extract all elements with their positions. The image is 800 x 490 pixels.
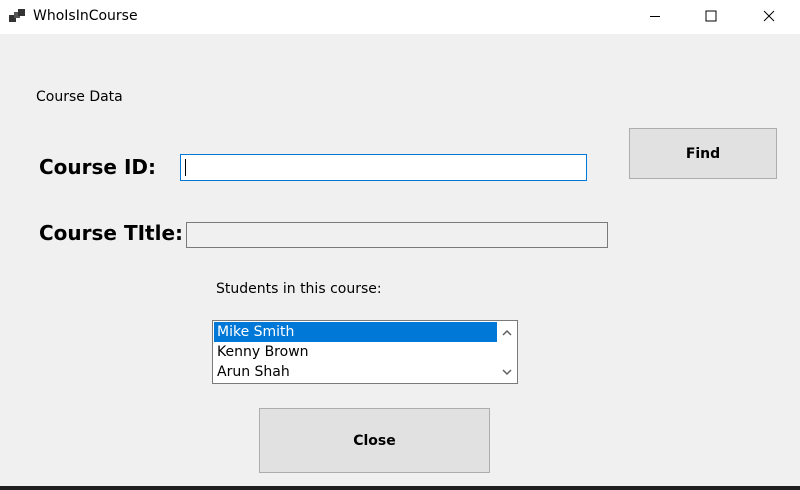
section-label: Course Data: [36, 89, 123, 105]
window-title: WhoIsInCourse: [33, 8, 138, 24]
title-bar[interactable]: WhoIsInCourse: [0, 0, 800, 34]
scroll-down-button[interactable]: [497, 362, 517, 382]
maximize-button[interactable]: [688, 0, 734, 32]
chevron-up-icon: [502, 329, 512, 336]
scroll-up-button[interactable]: [497, 322, 517, 342]
close-button[interactable]: Close: [259, 408, 490, 473]
students-label: Students in this course:: [216, 281, 382, 297]
list-scrollbar[interactable]: [497, 321, 517, 383]
course-title-field: [186, 222, 608, 248]
minimize-button[interactable]: [632, 0, 678, 32]
app-window-icon: [9, 9, 25, 22]
students-listbox[interactable]: Mike Smith Kenny Brown Arun Shah: [212, 320, 518, 384]
chevron-down-icon: [502, 368, 512, 375]
taskbar-edge: [0, 486, 800, 490]
window-close-button[interactable]: [746, 0, 792, 32]
text-caret: [185, 159, 186, 176]
app-window: WhoIsInCourse Course Data Course ID: Fin…: [0, 0, 800, 490]
course-title-label: Course TItle:: [39, 221, 184, 245]
close-icon: [763, 10, 775, 22]
course-id-label: Course ID:: [39, 155, 156, 179]
list-item[interactable]: Mike Smith: [214, 322, 497, 342]
course-id-input[interactable]: [180, 154, 587, 181]
find-button[interactable]: Find: [629, 128, 777, 179]
students-list: Mike Smith Kenny Brown Arun Shah: [214, 322, 497, 382]
list-item[interactable]: Arun Shah: [214, 362, 497, 382]
minimize-icon: [650, 16, 660, 17]
list-item[interactable]: Kenny Brown: [214, 342, 497, 362]
maximize-icon: [705, 10, 717, 22]
